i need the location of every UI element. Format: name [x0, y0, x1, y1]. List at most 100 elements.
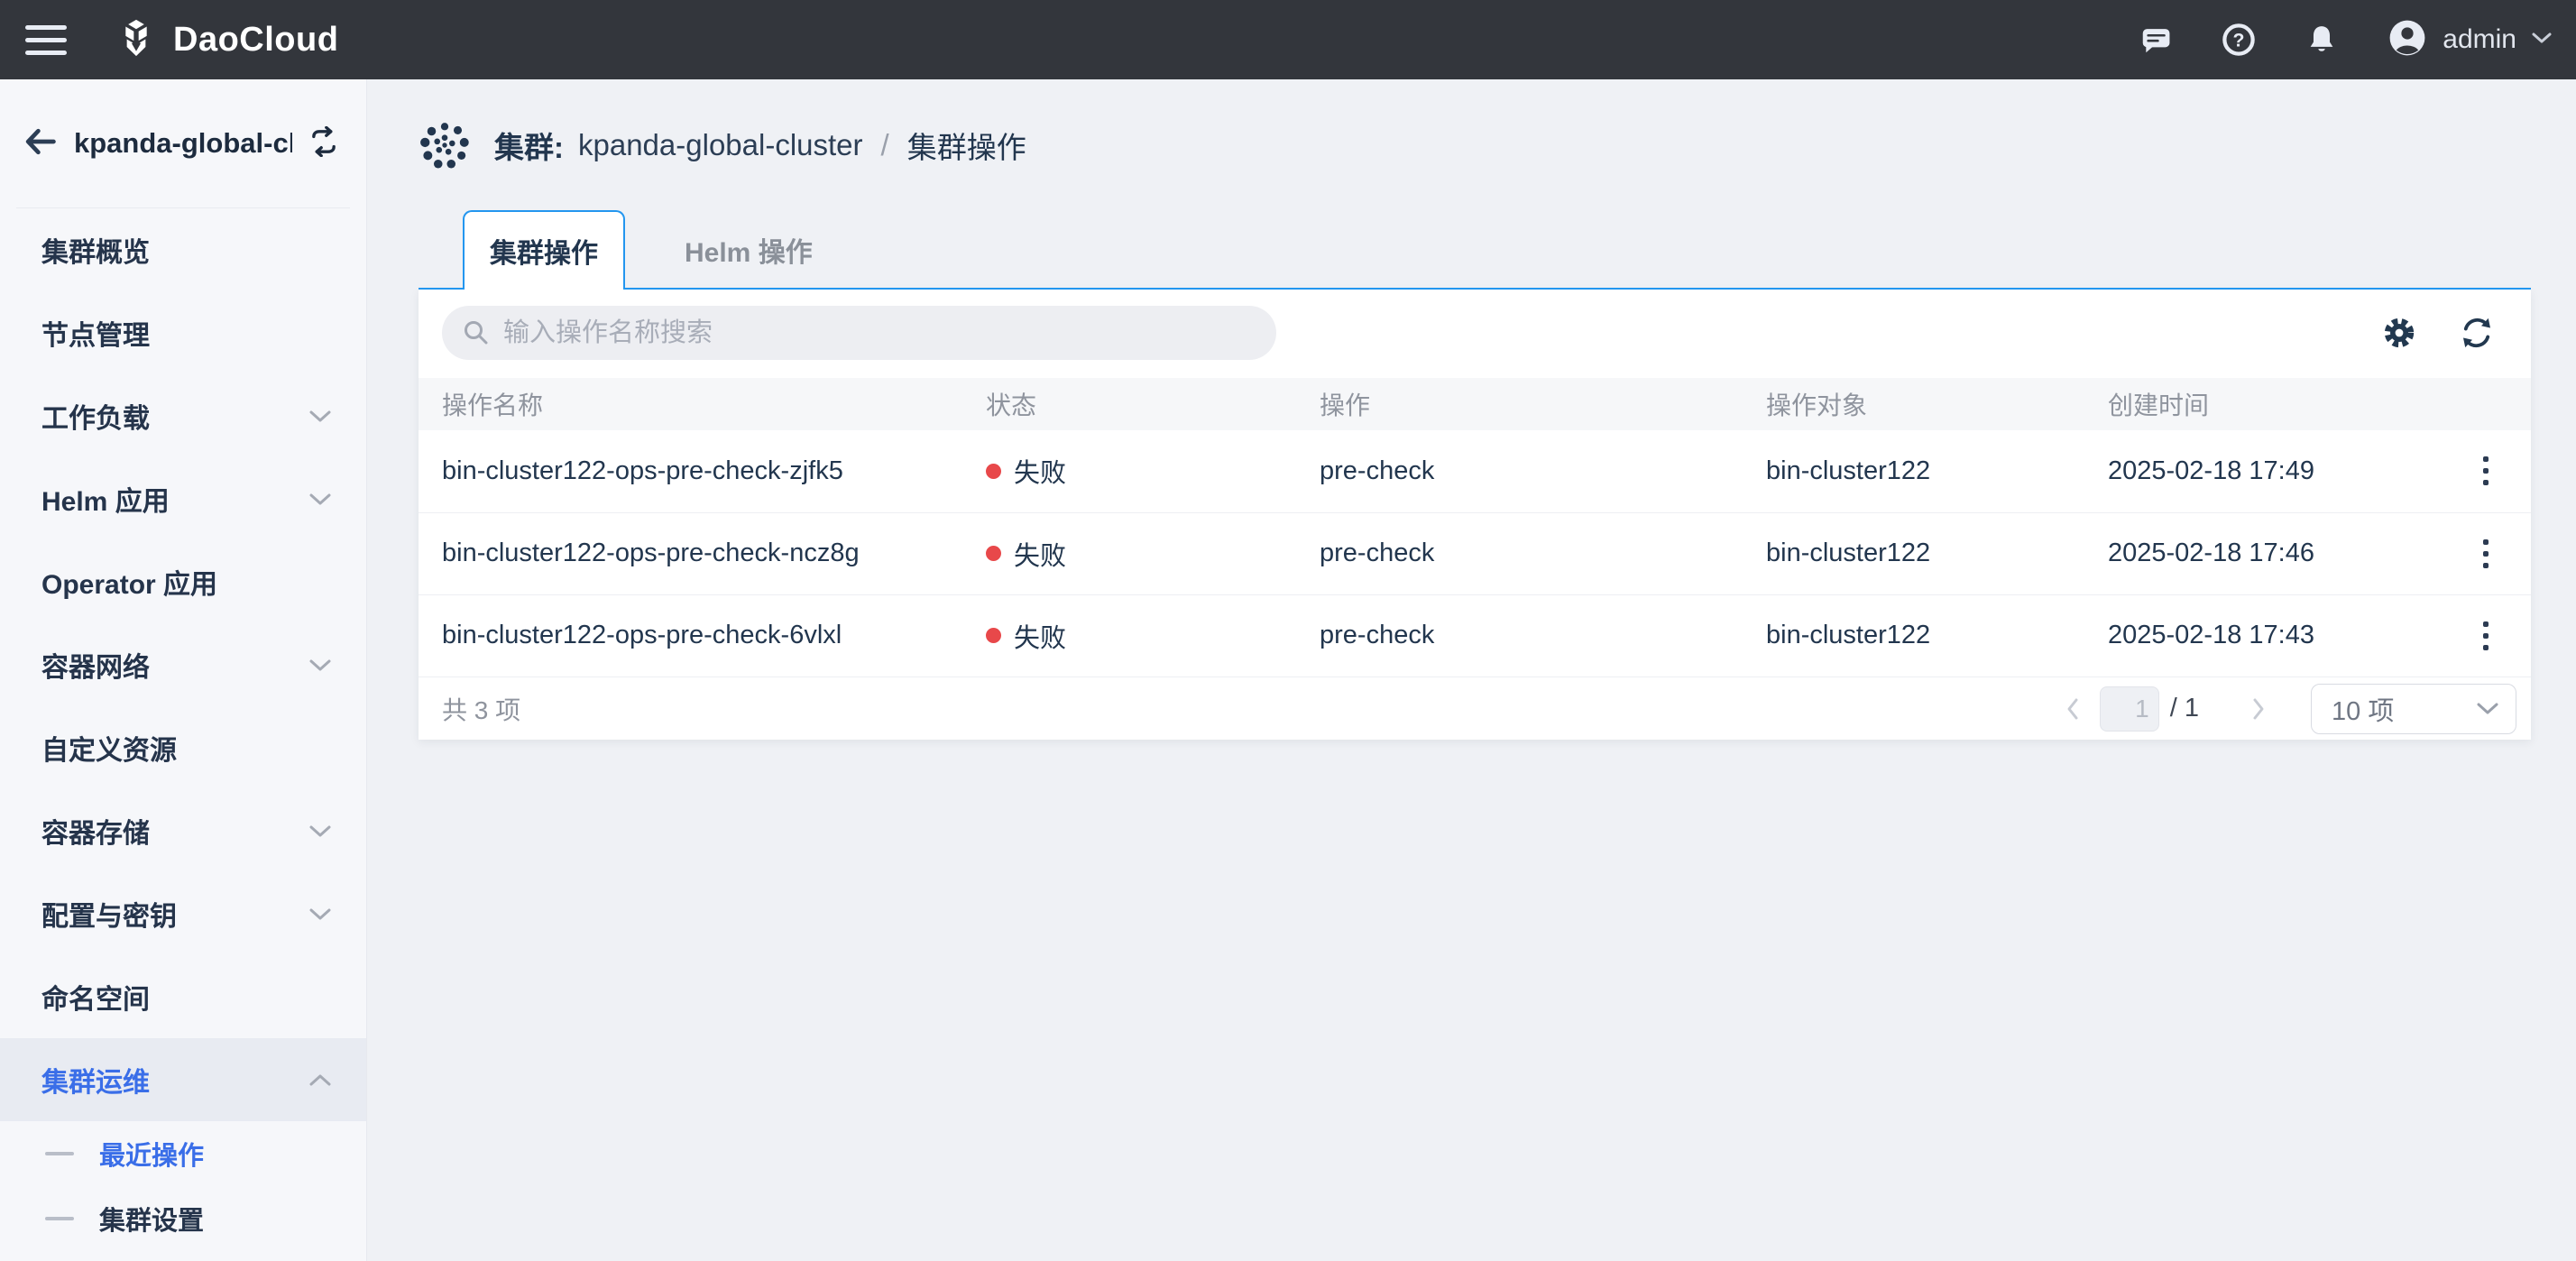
operation-name: bin-cluster122-ops-pre-check-ncz8g [419, 512, 986, 594]
cluster-dots-icon [419, 119, 471, 171]
sidebar-item-container-storage[interactable]: 容器存储 [0, 789, 366, 872]
sidebar-item-namespaces[interactable]: 命名空间 [0, 955, 366, 1038]
col-actions [2441, 378, 2531, 430]
page-total: / 1 [2170, 694, 2199, 723]
dash-icon [45, 1217, 74, 1220]
table-tools [2381, 315, 2495, 351]
action-cell: pre-check [1320, 594, 1766, 677]
chevron-down-icon [308, 658, 332, 672]
breadcrumb-cluster[interactable]: kpanda-global-cluster [578, 128, 863, 162]
operation-name: bin-cluster122-ops-pre-check-zjfk5 [419, 430, 986, 512]
table-row: bin-cluster122-ops-pre-check-ncz8g 失败 pr… [419, 512, 2531, 594]
sidebar-item-cluster-ops[interactable]: 集群运维 [0, 1038, 366, 1121]
breadcrumb-prefix: 集群: [494, 124, 564, 167]
col-target: 操作对象 [1766, 378, 2108, 430]
breadcrumb: 集群: kpanda-global-cluster / 集群操作 [367, 79, 2576, 210]
sidebar-subitem-recent-operations[interactable]: 最近操作 [0, 1121, 366, 1186]
topbar: DaoCloud ? [0, 0, 2576, 79]
table-row: bin-cluster122-ops-pre-check-6vlxl 失败 pr… [419, 594, 2531, 677]
chevron-down-icon [2531, 32, 2553, 49]
breadcrumb-separator: / [881, 128, 889, 162]
tab-cluster-operations[interactable]: 集群操作 [463, 210, 625, 290]
created-cell: 2025-02-18 17:46 [2108, 512, 2441, 594]
table-header-row: 操作名称 状态 操作 操作对象 创建时间 [419, 378, 2531, 430]
search-input[interactable] [503, 318, 1256, 348]
pagination: 1 / 1 10 项 [2056, 684, 2516, 734]
switch-cluster-icon[interactable] [307, 126, 341, 161]
sidebar-item-workloads[interactable]: 工作负载 [0, 374, 366, 457]
chevron-up-icon [308, 1073, 332, 1087]
created-cell: 2025-02-18 17:43 [2108, 594, 2441, 677]
sidebar-item-operator-apps[interactable]: Operator 应用 [0, 540, 366, 623]
search-box[interactable] [442, 306, 1276, 360]
sidebar-item-cluster-overview[interactable]: 集群概览 [0, 208, 366, 291]
username: admin [2443, 24, 2516, 55]
dash-icon [45, 1152, 74, 1155]
col-status: 状态 [986, 378, 1320, 430]
daocloud-cube-icon [115, 17, 157, 63]
col-operation-name: 操作名称 [419, 378, 986, 430]
table-footer: 共 3 项 1 / 1 10 项 [419, 677, 2531, 740]
operations-table: 操作名称 状态 操作 操作对象 创建时间 bin-cluster122-ops-… [419, 378, 2531, 677]
main-content: 集群: kpanda-global-cluster / 集群操作 集群操作 He… [367, 79, 2576, 1261]
page-number-input[interactable]: 1 [2100, 686, 2159, 732]
back-arrow-icon[interactable] [22, 123, 60, 165]
svg-text:?: ? [2233, 30, 2245, 51]
settings-gear-icon[interactable] [2381, 315, 2417, 351]
sidebar-item-custom-resources[interactable]: 自定义资源 [0, 706, 366, 789]
created-cell: 2025-02-18 17:49 [2108, 430, 2441, 512]
table-toolbar [419, 290, 2531, 378]
chevron-down-icon [308, 907, 332, 921]
target-cell: bin-cluster122 [1766, 512, 2108, 594]
topbar-actions: ? admin [2138, 17, 2553, 63]
page-size-value: 10 项 [2332, 690, 2394, 728]
tab-helm-operations[interactable]: Helm 操作 [625, 210, 872, 290]
chevron-down-icon [308, 824, 332, 838]
status-label: 失败 [1014, 624, 1066, 653]
message-icon[interactable] [2138, 22, 2174, 58]
page-size-select[interactable]: 10 项 [2311, 684, 2516, 734]
status-dot-failed [986, 546, 1001, 561]
cluster-name: kpanda-global-cl... [74, 127, 292, 160]
chevron-down-icon [308, 410, 332, 423]
target-cell: bin-cluster122 [1766, 594, 2108, 677]
table-row: bin-cluster122-ops-pre-check-zjfk5 失败 pr… [419, 430, 2531, 512]
col-created: 创建时间 [2108, 378, 2441, 430]
sidebar-header: kpanda-global-cl... [0, 79, 366, 207]
next-page-icon[interactable] [2242, 693, 2275, 725]
col-action: 操作 [1320, 378, 1766, 430]
refresh-icon[interactable] [2459, 315, 2495, 351]
search-icon [462, 318, 491, 347]
user-menu[interactable]: admin [2387, 17, 2553, 63]
breadcrumb-current: 集群操作 [907, 124, 1026, 167]
hamburger-menu-icon[interactable] [0, 0, 83, 79]
help-icon[interactable]: ? [2221, 22, 2257, 58]
status-label: 失败 [1014, 542, 1066, 571]
status-cell: 失败 [986, 430, 1320, 512]
notification-bell-icon[interactable] [2304, 22, 2340, 58]
chevron-down-icon [2476, 702, 2499, 715]
sidebar-item-helm-apps[interactable]: Helm 应用 [0, 457, 366, 540]
row-actions-kebab-icon[interactable] [2464, 449, 2507, 492]
target-cell: bin-cluster122 [1766, 430, 2108, 512]
action-cell: pre-check [1320, 512, 1766, 594]
tab-bar: 集群操作 Helm 操作 [419, 210, 2531, 290]
status-dot-failed [986, 464, 1001, 479]
sidebar-item-node-management[interactable]: 节点管理 [0, 291, 366, 374]
chevron-down-icon [308, 492, 332, 506]
sidebar-subitem-cluster-settings[interactable]: 集群设置 [0, 1186, 366, 1251]
action-cell: pre-check [1320, 430, 1766, 512]
total-count: 共 3 项 [442, 691, 520, 727]
row-actions-kebab-icon[interactable] [2464, 532, 2507, 575]
status-cell: 失败 [986, 594, 1320, 677]
brand-name: DaoCloud [173, 21, 338, 60]
content-card: 集群操作 Helm 操作 [419, 210, 2531, 740]
brand-logo[interactable]: DaoCloud [115, 17, 338, 63]
row-actions-kebab-icon[interactable] [2464, 614, 2507, 658]
sidebar-item-config-secrets[interactable]: 配置与密钥 [0, 872, 366, 955]
status-label: 失败 [1014, 459, 1066, 488]
prev-page-icon[interactable] [2056, 693, 2089, 725]
sidebar-item-container-network[interactable]: 容器网络 [0, 623, 366, 706]
status-dot-failed [986, 628, 1001, 643]
sidebar: kpanda-global-cl... 集群概览 节点管理 工作负载 Helm … [0, 79, 367, 1261]
